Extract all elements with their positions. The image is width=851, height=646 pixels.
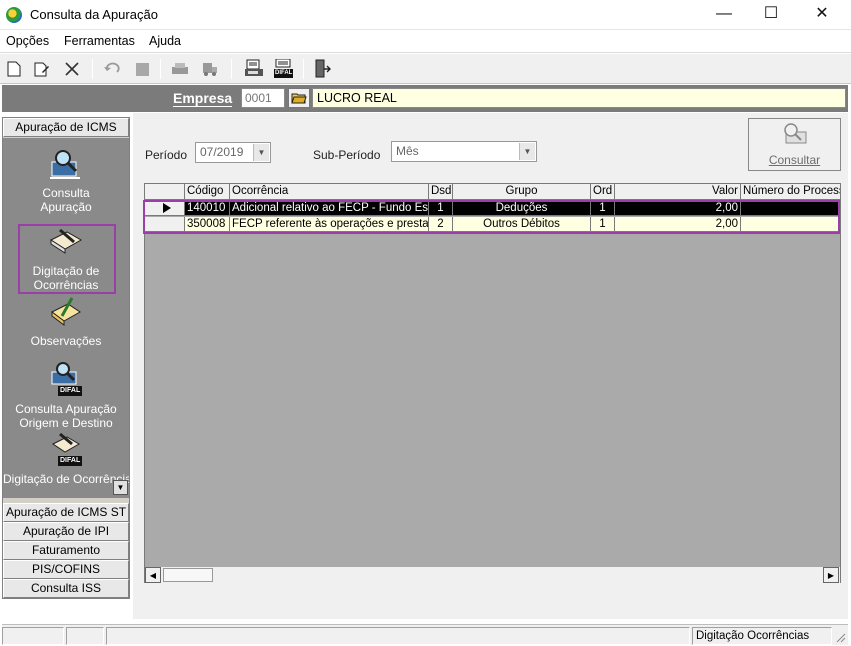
- delete-x-icon: [65, 62, 79, 76]
- exit-door-icon: [315, 59, 331, 78]
- difal-badge: DIFAL: [58, 456, 83, 466]
- table-header-processo[interactable]: Número do Process: [741, 184, 840, 200]
- subperiodo-value: Mês: [396, 144, 419, 158]
- table-header-indicator: [145, 184, 185, 200]
- window-title: Consulta da Apuração: [30, 7, 158, 22]
- empresa-name-field: LUCRO REAL: [312, 88, 846, 108]
- magnifier-computer-difal-icon: DIFAL: [48, 360, 84, 398]
- table-header-ord[interactable]: Ord: [591, 184, 615, 200]
- ocorrencias-table: Código Ocorrência Dsd Grupo Ord Valor Nú…: [144, 183, 841, 583]
- table-horizontal-scrollbar[interactable]: ◀ ▶: [145, 566, 840, 583]
- status-text: Digitação Ocorrências: [692, 627, 832, 645]
- toolbar: DIFAL: [0, 54, 851, 84]
- sidebar-section-apuracao-icms[interactable]: Apuração de ICMS: [3, 118, 129, 137]
- toolbar-separator: [231, 59, 232, 79]
- chevron-down-icon: ▼: [253, 144, 269, 161]
- sidebar-icon-panel: Consulta Apuração Digitação de Ocorrênci…: [3, 138, 129, 498]
- toolbar-separator: [92, 59, 93, 79]
- status-panel: [2, 627, 64, 645]
- toolbar-separator: [303, 59, 304, 79]
- close-button[interactable]: ✕: [799, 0, 845, 30]
- new-document-icon: [7, 61, 21, 77]
- empresa-code-input[interactable]: 0001: [241, 88, 285, 108]
- sidebar-scroll-down-button[interactable]: ▼: [113, 480, 128, 495]
- delete-button[interactable]: [62, 59, 82, 79]
- difal-report-icon: DIFAL: [272, 59, 296, 79]
- sidebar: Apuração de ICMS Consulta Apuração Digit…: [2, 117, 130, 599]
- sidebar-section-ipi[interactable]: Apuração de IPI: [3, 522, 129, 541]
- scroll-left-button[interactable]: ◀: [145, 567, 161, 583]
- stop-square-icon: [135, 62, 149, 76]
- app-logo-icon: [6, 7, 22, 23]
- status-bar: Digitação Ocorrências: [2, 624, 848, 645]
- magnifier-computer-icon: [783, 123, 806, 144]
- sidebar-section-faturamento[interactable]: Faturamento: [3, 541, 129, 560]
- sidebar-item-label: Consulta Apuração: [40, 186, 92, 214]
- notebook-difal-icon: DIFAL: [48, 432, 84, 468]
- folder-open-icon: [291, 93, 307, 104]
- subperiodo-select[interactable]: Mês ▼: [391, 141, 537, 162]
- table-header-codigo[interactable]: Código: [185, 184, 230, 200]
- table-header-grupo[interactable]: Grupo: [453, 184, 591, 200]
- subperiodo-label: Sub-Período: [313, 148, 381, 162]
- table-header-dsd[interactable]: Dsd: [429, 184, 453, 200]
- difal-report-button[interactable]: DIFAL: [272, 59, 296, 79]
- truck-button[interactable]: [200, 59, 220, 79]
- printer-icon: [172, 63, 188, 74]
- sidebar-section-pis-cofins[interactable]: PIS/COFINS: [3, 560, 129, 579]
- sidebar-item-consulta-apuracao[interactable]: Consulta Apuração: [3, 148, 129, 214]
- empresa-browse-button[interactable]: [288, 88, 310, 108]
- menu-opcoes[interactable]: Opções: [6, 34, 49, 48]
- difal-badge: DIFAL: [274, 69, 294, 78]
- print-button[interactable]: [170, 59, 190, 79]
- consultar-button[interactable]: Consultar: [748, 118, 841, 171]
- notepad-pencil-icon: [48, 296, 84, 330]
- empresa-label: Empresa: [173, 90, 233, 107]
- periodo-label: Período: [145, 148, 188, 162]
- title-bar: Consulta da Apuração — ☐ ✕: [0, 0, 851, 30]
- selection-highlight: [18, 224, 116, 294]
- maximize-button[interactable]: ☐: [748, 0, 794, 30]
- sidebar-item-label: Observações: [30, 334, 102, 348]
- undo-icon: [104, 62, 120, 73]
- resize-grip-icon[interactable]: [834, 631, 846, 643]
- sidebar-item-label: Digitação de Ocorrências Orig. De: [3, 472, 129, 486]
- sidebar-section-consulta-iss[interactable]: Consulta ISS: [3, 579, 129, 598]
- sidebar-item-label: Consulta Apuração Origem e Destino: [15, 402, 117, 430]
- toolbar-separator: [160, 59, 161, 79]
- scroll-thumb[interactable]: [163, 568, 213, 582]
- difal-badge: DIFAL: [58, 386, 83, 396]
- table-header-ocorrencia[interactable]: Ocorrência: [230, 184, 429, 200]
- status-panel: [66, 627, 104, 645]
- magnifier-computer-icon: [48, 148, 84, 182]
- report-button[interactable]: [244, 59, 264, 79]
- periodo-value: 07/2019: [200, 145, 244, 159]
- menu-ferramentas[interactable]: Ferramentas: [64, 34, 135, 48]
- stop-button[interactable]: [132, 59, 152, 79]
- sidebar-item-observacoes[interactable]: Observações: [3, 296, 129, 348]
- status-panel: [106, 627, 690, 645]
- sidebar-item-digitacao-orig-dest[interactable]: DIFAL Digitação de Ocorrências Orig. De: [3, 432, 129, 486]
- edit-button[interactable]: [32, 59, 52, 79]
- exit-button[interactable]: [312, 59, 332, 79]
- new-document-button[interactable]: [4, 59, 24, 79]
- sidebar-item-consulta-origem-destino[interactable]: DIFAL Consulta Apuração Origem e Destino: [3, 360, 129, 430]
- sidebar-section-icms-st[interactable]: Apuração de ICMS ST: [3, 503, 129, 522]
- scroll-right-button[interactable]: ▶: [823, 567, 839, 583]
- menu-bar: Opções Ferramentas Ajuda: [0, 31, 851, 53]
- table-header-valor[interactable]: Valor: [615, 184, 741, 200]
- chevron-down-icon: ▼: [519, 143, 535, 160]
- truck-icon: [203, 63, 217, 76]
- periodo-select[interactable]: 07/2019 ▼: [195, 142, 271, 163]
- edit-document-icon: [34, 62, 49, 77]
- minimize-button[interactable]: —: [701, 0, 747, 30]
- report-printer-icon: [245, 59, 263, 76]
- rows-highlight: [143, 200, 840, 234]
- undo-button[interactable]: [102, 59, 122, 79]
- consultar-label: Consultar: [768, 153, 821, 167]
- menu-ajuda[interactable]: Ajuda: [149, 34, 181, 48]
